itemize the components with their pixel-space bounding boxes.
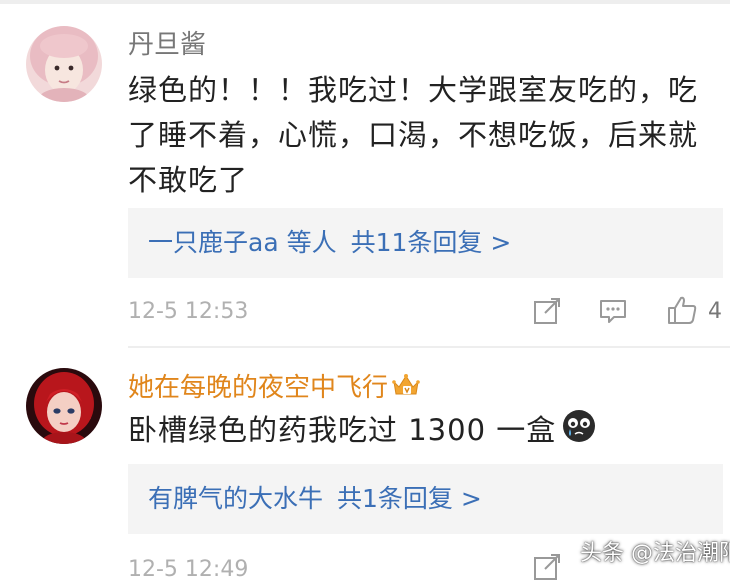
timestamp: 12-5 12:53 bbox=[128, 299, 249, 324]
comment-icon[interactable] bbox=[598, 296, 630, 328]
share-icon[interactable] bbox=[532, 552, 564, 584]
reply-users: 有脾气的大水牛 bbox=[148, 484, 324, 513]
like-count: 4 bbox=[708, 299, 722, 324]
username[interactable]: 丹旦酱 bbox=[128, 30, 206, 60]
share-icon[interactable] bbox=[532, 296, 564, 328]
username[interactable]: 她在每晚的夜空中飞行 bbox=[128, 372, 420, 405]
reply-preview[interactable]: 一只鹿子aa 等人 共11条回复 > bbox=[128, 208, 723, 278]
comment-text: 绿色的！！！我吃过！大学跟室友吃的，吃了睡不着，心慌，口渴，不想吃饭，后来就不敢… bbox=[128, 73, 699, 197]
crying-emoji-icon bbox=[562, 409, 596, 456]
reply-summary[interactable]: 一只鹿子aa 等人 共11条回复 > bbox=[148, 226, 511, 260]
username-text[interactable]: 她在每晚的夜空中飞行 bbox=[128, 373, 388, 403]
avatar[interactable] bbox=[26, 26, 102, 102]
reply-users: 一只鹿子aa 等人 bbox=[148, 228, 337, 257]
timestamp: 12-5 12:49 bbox=[128, 557, 249, 582]
reply-count-link[interactable]: 共1条回复 > bbox=[337, 484, 482, 513]
crown-icon bbox=[392, 372, 420, 405]
thumbs-up-icon[interactable] bbox=[666, 294, 698, 326]
reply-summary[interactable]: 有脾气的大水牛 共1条回复 > bbox=[148, 482, 482, 516]
comment-divider bbox=[128, 346, 730, 348]
watermark: 头条 @法治潮阳 bbox=[580, 541, 730, 566]
comment-text: 卧槽绿色的药我吃过 1300 一盒 bbox=[128, 408, 718, 456]
comment-text-content: 卧槽绿色的药我吃过 1300 一盒 bbox=[128, 413, 557, 447]
top-divider bbox=[0, 0, 730, 4]
reply-count-link[interactable]: 共11条回复 > bbox=[351, 228, 512, 257]
avatar[interactable] bbox=[26, 368, 102, 444]
reply-preview[interactable]: 有脾气的大水牛 共1条回复 > bbox=[128, 464, 723, 534]
